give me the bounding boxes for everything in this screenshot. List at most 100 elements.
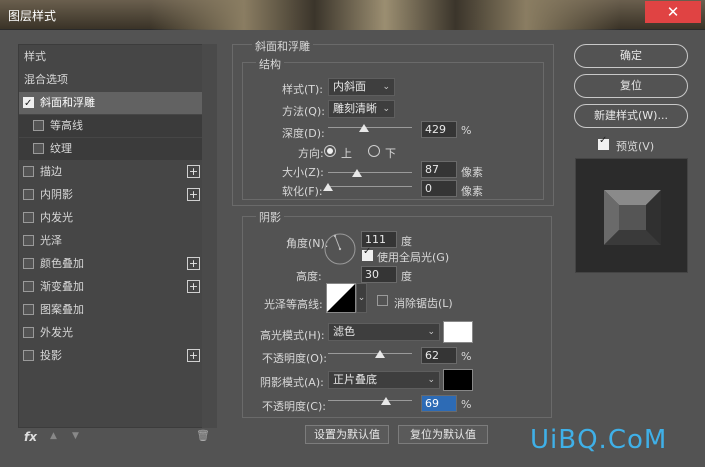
trash-icon[interactable]: 🗑	[196, 429, 210, 442]
move-up-icon[interactable]: ▲	[50, 431, 57, 441]
ok-button[interactable]: 确定	[574, 44, 688, 68]
style-list-item[interactable]: 混合选项	[19, 69, 203, 91]
angle-unit: 度	[401, 235, 412, 248]
soften-slider-track[interactable]	[328, 186, 412, 187]
depth-slider-thumb[interactable]	[359, 124, 370, 132]
chevron-down-icon: ⌄	[382, 104, 390, 114]
style-checkbox[interactable]	[23, 235, 34, 246]
close-button[interactable]: ✕	[645, 1, 701, 23]
chevron-down-icon: ⌄	[427, 327, 435, 337]
soften-label: 软化(F):	[282, 185, 323, 198]
depth-label: 深度(D):	[282, 127, 325, 140]
technique-select-value: 雕刻清晰	[333, 102, 377, 115]
add-effect-icon[interactable]: +	[187, 280, 200, 293]
style-list-item[interactable]: 斜面和浮雕	[19, 92, 203, 115]
style-list-label: 斜面和浮雕	[40, 96, 95, 109]
style-checkbox[interactable]	[23, 350, 34, 361]
direction-down-radio[interactable]	[368, 145, 380, 157]
move-down-icon[interactable]: ▼	[72, 431, 79, 441]
style-list-label: 内发光	[40, 211, 73, 224]
style-list-item[interactable]: 渐变叠加 +	[19, 276, 203, 298]
chevron-down-icon[interactable]: ⌄	[356, 283, 367, 313]
style-list-label: 内阴影	[40, 188, 73, 201]
style-list-item[interactable]: 内发光	[19, 207, 203, 229]
style-checkbox[interactable]	[23, 304, 34, 315]
global-light-checkbox[interactable]	[362, 246, 373, 261]
size-label: 大小(Z):	[282, 166, 324, 179]
size-slider-track[interactable]	[328, 172, 412, 173]
window-title: 图层样式	[8, 9, 57, 23]
style-checkbox[interactable]	[23, 166, 34, 177]
shadow-opacity-label: 不透明度(C):	[262, 400, 326, 413]
size-slider-thumb[interactable]	[352, 169, 363, 177]
make-default-button[interactable]: 设置为默认值	[305, 425, 389, 444]
depth-slider-track[interactable]	[328, 127, 412, 128]
angle-dial[interactable]	[323, 232, 357, 266]
direction-down-label: 下	[385, 147, 396, 160]
shadow-mode-select[interactable]: 正片叠底 ⌄	[328, 371, 440, 389]
style-list-item[interactable]: 样式	[19, 46, 203, 68]
style-checkbox[interactable]	[23, 189, 34, 200]
style-list-label: 描边	[40, 165, 62, 178]
shadow-opacity-input[interactable]: 69	[421, 395, 457, 412]
technique-label: 方法(Q):	[282, 105, 325, 118]
shadow-opacity-thumb[interactable]	[380, 397, 391, 405]
antialias-checkbox[interactable]	[377, 295, 388, 306]
add-effect-icon[interactable]: +	[187, 349, 200, 362]
styles-list-scrollbar[interactable]	[202, 44, 217, 428]
style-checkbox[interactable]	[23, 281, 34, 292]
altitude-label: 高度:	[296, 270, 322, 283]
soften-slider-thumb[interactable]	[323, 183, 333, 191]
style-list-item[interactable]: 投影 +	[19, 345, 203, 367]
shadow-opacity-track[interactable]	[328, 400, 412, 401]
size-input[interactable]: 87	[421, 161, 457, 178]
soften-input[interactable]: 0	[421, 180, 457, 197]
highlight-opacity-thumb[interactable]	[375, 350, 386, 358]
watermark-text: UiBQ.CoM	[530, 425, 668, 455]
depth-input[interactable]: 429	[421, 121, 457, 138]
add-effect-icon[interactable]: +	[187, 165, 200, 178]
add-effect-icon[interactable]: +	[187, 257, 200, 270]
gloss-contour-preview[interactable]	[326, 283, 356, 313]
fx-button[interactable]: fx	[24, 430, 37, 444]
highlight-opacity-input[interactable]: 62	[421, 347, 457, 364]
altitude-input[interactable]: 30	[361, 266, 397, 283]
preview-checkbox[interactable]	[598, 135, 609, 150]
style-list-item[interactable]: 内阴影 +	[19, 184, 203, 206]
preview-pane	[575, 158, 688, 273]
antialias-label: 消除锯齿(L)	[394, 297, 453, 310]
style-list-label: 混合选项	[24, 73, 68, 86]
style-list-item[interactable]: 图案叠加	[19, 299, 203, 321]
reset-button[interactable]: 复位	[574, 74, 688, 98]
technique-select[interactable]: 雕刻清晰 ⌄	[328, 100, 395, 118]
style-list-item[interactable]: 描边 +	[19, 161, 203, 183]
highlight-opacity-track[interactable]	[328, 353, 412, 354]
style-checkbox[interactable]	[33, 120, 44, 131]
style-list-item[interactable]: 光泽	[19, 230, 203, 252]
style-checkbox[interactable]	[23, 212, 34, 223]
new-style-button[interactable]: 新建样式(W)...	[574, 104, 688, 128]
highlight-color-swatch[interactable]	[443, 321, 473, 343]
style-checkbox[interactable]	[23, 327, 34, 338]
style-select-value: 内斜面	[333, 80, 366, 93]
direction-up-radio[interactable]	[324, 145, 336, 157]
bevel-section-title: 斜面和浮雕	[252, 38, 313, 54]
soften-unit: 像素	[461, 185, 483, 198]
style-list-item[interactable]: 颜色叠加 +	[19, 253, 203, 275]
style-checkbox[interactable]	[23, 258, 34, 269]
style-checkbox[interactable]	[33, 143, 44, 154]
add-effect-icon[interactable]: +	[187, 188, 200, 201]
highlight-opacity-unit: %	[461, 350, 472, 363]
highlight-mode-label: 高光模式(H):	[260, 329, 325, 342]
highlight-mode-select[interactable]: 滤色 ⌄	[328, 323, 440, 341]
style-list-item[interactable]: 外发光	[19, 322, 203, 344]
style-list-label: 颜色叠加	[40, 257, 84, 270]
title-bar	[0, 0, 705, 30]
reset-default-button[interactable]: 复位为默认值	[398, 425, 488, 444]
style-list-item[interactable]: 纹理	[19, 138, 203, 160]
style-select[interactable]: 内斜面 ⌄	[328, 78, 395, 96]
style-list-item[interactable]: 等高线	[19, 115, 203, 137]
shadow-color-swatch[interactable]	[443, 369, 473, 391]
style-checkbox[interactable]	[23, 93, 34, 115]
styles-list-toolbar: fx ▲ ▼ 🗑	[18, 428, 217, 450]
